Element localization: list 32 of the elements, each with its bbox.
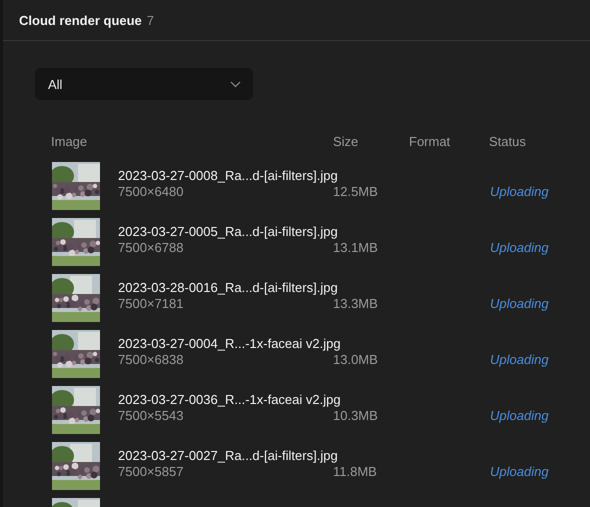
panel-title: Cloud render queue [19,12,142,28]
column-header: Image [51,134,88,148]
file-name: 2023-03-27-0036_R...-1x-faceai v2.jpg [118,392,341,408]
file-name: 2023-03-27-0008_Ra...d-[ai-filters].jpg [118,168,338,184]
file-size: 13.3MB [333,296,378,311]
image-dimensions: 7500×6788 [118,240,184,255]
file-name: 2023-03-27-0004_R...-1x-faceai v2.jpg [118,336,341,352]
chevron-down-icon [230,80,241,88]
upload-status: Uploading [489,240,549,255]
file-size: 12.5MB [333,184,378,199]
filter-dropdown[interactable]: All [35,68,253,100]
image-dimensions: 7500×7181 [118,296,184,311]
image-dimensions: 7500×5857 [118,464,184,479]
image-dimensions: 7500×6838 [118,352,184,367]
column-header: Format [409,134,450,148]
upload-status: Uploading [489,464,549,479]
file-name: 2023-03-28-0016_Ra...d-[ai-filters].jpg [118,280,338,296]
column-header: Size [333,134,358,148]
file-size: 11.8MB [333,464,377,479]
column-header: Status [489,134,526,148]
image-dimensions: 7500×6480 [118,184,184,199]
file-name: 2023-03-27-0027_Ra...d-[ai-filters].jpg [118,448,338,464]
file-name: 2023-03-27-0005_Ra...d-[ai-filters].jpg [118,224,338,240]
queue-count: 7 [146,12,154,28]
file-size: 10.3MB [333,408,378,423]
file-size: 13.1MB [333,240,378,255]
upload-status: Uploading [489,296,549,311]
image-dimensions: 7500×5543 [118,408,184,423]
upload-status: Uploading [489,408,549,423]
upload-status: Uploading [489,184,549,199]
upload-status: Uploading [489,352,549,367]
file-size: 13.0MB [333,352,378,367]
